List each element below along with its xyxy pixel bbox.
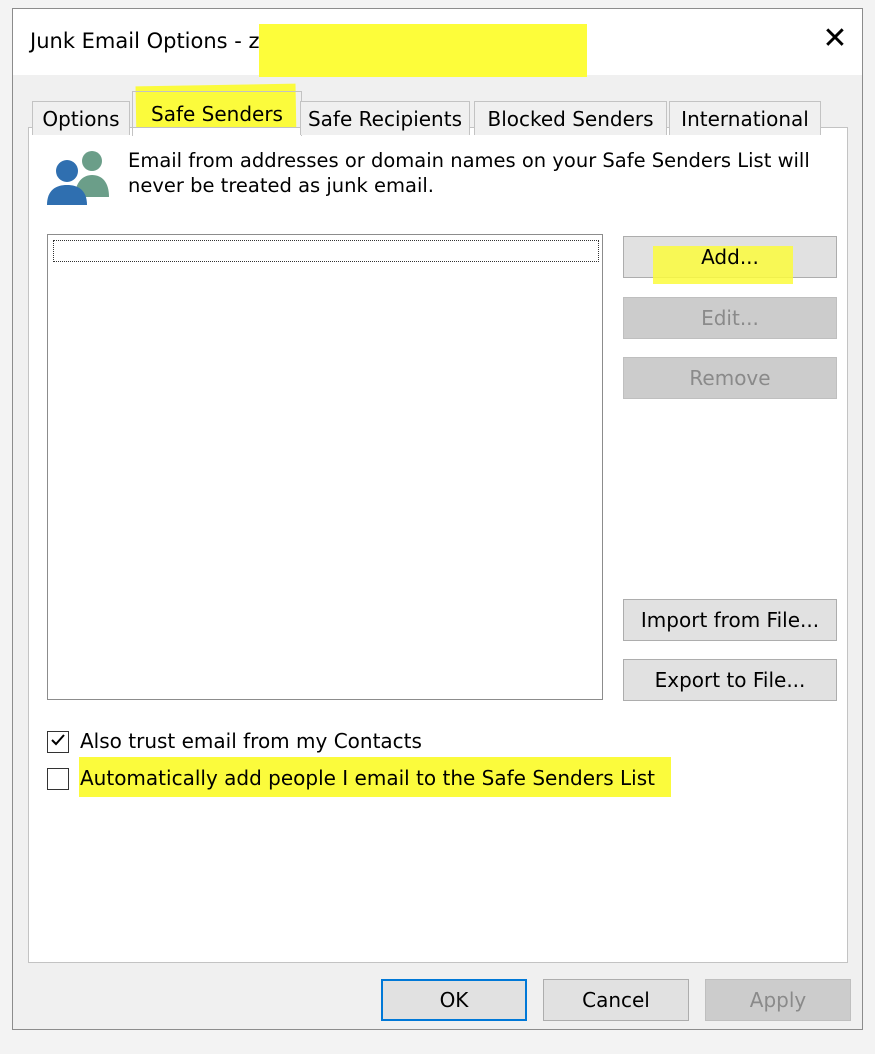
import-from-file-button[interactable]: Import from File... bbox=[623, 599, 837, 641]
safe-senders-list[interactable] bbox=[47, 234, 603, 700]
tab-blocked-senders-label: Blocked Senders bbox=[487, 107, 654, 131]
close-icon[interactable]: ✕ bbox=[821, 24, 849, 54]
list-focus-rectangle bbox=[53, 240, 599, 262]
auto-add-checkbox[interactable] bbox=[47, 768, 69, 790]
checkmark-icon bbox=[51, 734, 65, 746]
tab-international[interactable]: International bbox=[669, 101, 821, 135]
tab-options-label: Options bbox=[42, 107, 120, 131]
people-icon bbox=[47, 151, 109, 205]
tab-safe-senders[interactable]: Safe Senders bbox=[132, 91, 302, 136]
edit-button-label: Edit... bbox=[701, 306, 759, 330]
trust-contacts-label[interactable]: Also trust email from my Contacts bbox=[80, 729, 422, 753]
tab-safe-senders-label: Safe Senders bbox=[151, 102, 283, 126]
trust-contacts-checkbox[interactable] bbox=[47, 731, 69, 753]
export-button-label: Export to File... bbox=[654, 668, 806, 692]
tab-safe-recipients[interactable]: Safe Recipients bbox=[300, 101, 470, 135]
remove-button-label: Remove bbox=[689, 366, 771, 390]
auto-add-row: Automatically add people I email to the … bbox=[47, 766, 687, 792]
tab-safe-recipients-label: Safe Recipients bbox=[307, 107, 462, 131]
title-redaction-highlight bbox=[259, 24, 587, 77]
auto-add-label[interactable]: Automatically add people I email to the … bbox=[80, 766, 655, 790]
remove-button[interactable]: Remove bbox=[623, 357, 837, 399]
tab-international-label: International bbox=[681, 107, 809, 131]
cancel-button[interactable]: Cancel bbox=[543, 979, 689, 1021]
ok-button[interactable]: OK bbox=[381, 979, 527, 1021]
tab-options[interactable]: Options bbox=[32, 101, 130, 135]
junk-email-options-dialog: Junk Email Options - z ✕ Options Safe Se… bbox=[12, 8, 863, 1030]
apply-button-label: Apply bbox=[749, 988, 807, 1012]
add-button-label: Add... bbox=[701, 245, 759, 269]
dialog-title: Junk Email Options - z bbox=[30, 29, 260, 53]
cancel-button-label: Cancel bbox=[582, 988, 650, 1012]
safe-senders-description: Email from addresses or domain names on … bbox=[128, 149, 810, 197]
apply-button[interactable]: Apply bbox=[705, 979, 851, 1021]
export-to-file-button[interactable]: Export to File... bbox=[623, 659, 837, 701]
import-button-label: Import from File... bbox=[640, 608, 820, 632]
title-bar: Junk Email Options - z ✕ bbox=[13, 9, 862, 77]
trust-contacts-row: Also trust email from my Contacts bbox=[47, 729, 467, 755]
edit-button[interactable]: Edit... bbox=[623, 297, 837, 339]
ok-button-label: OK bbox=[439, 988, 469, 1012]
tab-blocked-senders[interactable]: Blocked Senders bbox=[474, 101, 667, 135]
